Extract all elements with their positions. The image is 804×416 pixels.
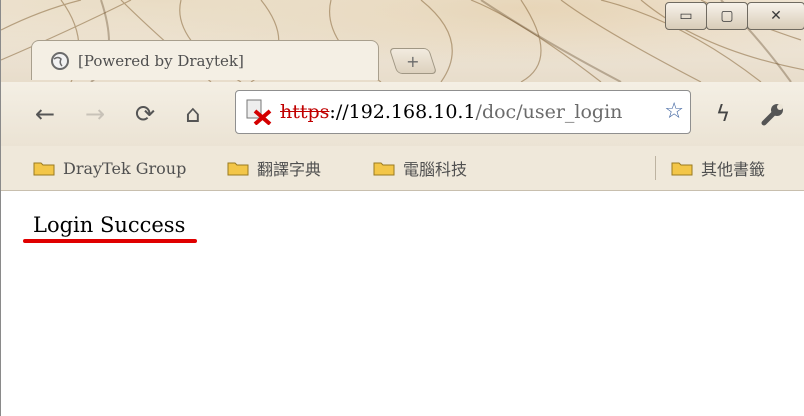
- red-underline-annotation: [23, 239, 197, 243]
- reload-button[interactable]: ⟳: [129, 98, 161, 130]
- url-text: https://192.168.10.1/doc/user_login: [280, 101, 622, 123]
- certificate-error-icon: [246, 99, 272, 125]
- wrench-icon: [761, 104, 783, 126]
- other-bookmarks-label: 其他書籤: [701, 160, 766, 179]
- maximize-icon: ▢: [720, 8, 734, 24]
- login-success-message: Login Success: [33, 213, 186, 237]
- navigation-toolbar: ← → ⟳ ⌂ https://192.168.10.1/doc/user_lo…: [1, 82, 804, 147]
- title-bar: ▭ ▢ ✕ [Powered by Draytek] +: [1, 0, 804, 82]
- folder-icon: [33, 162, 55, 176]
- home-icon: ⌂: [185, 100, 201, 128]
- plus-icon: +: [406, 51, 420, 71]
- home-button[interactable]: ⌂: [177, 98, 209, 130]
- globe-icon: [51, 51, 69, 70]
- lightning-icon: ϟ: [715, 101, 731, 127]
- bookmark-label: DrayTek Group: [63, 158, 187, 178]
- forward-button[interactable]: →: [79, 98, 111, 130]
- other-bookmarks-folder[interactable]: 其他書籤: [671, 154, 765, 182]
- bookmarks-bar: DrayTek Group 翻譯字典 電腦科技 其他書籤: [1, 146, 804, 191]
- minimize-button[interactable]: ▭: [665, 2, 707, 30]
- close-icon: ✕: [770, 8, 782, 24]
- url-path: /doc/user_login: [475, 101, 623, 123]
- bookmark-label: 電腦科技: [403, 160, 468, 179]
- bookmark-folder[interactable]: 翻譯字典: [227, 154, 321, 182]
- back-arrow-icon: ←: [34, 100, 56, 128]
- browser-window: ▭ ▢ ✕ [Powered by Draytek] + ← → ⟳ ⌂ htt…: [0, 0, 804, 416]
- new-tab-button[interactable]: +: [388, 48, 438, 74]
- url-host: ://192.168.10.1: [329, 101, 476, 123]
- star-icon[interactable]: ☆: [664, 99, 684, 124]
- minimize-icon: ▭: [679, 8, 693, 24]
- close-button[interactable]: ✕: [747, 2, 804, 30]
- window-controls: ▭ ▢ ✕: [665, 2, 804, 32]
- folder-icon: [227, 162, 249, 176]
- address-bar[interactable]: https://192.168.10.1/doc/user_login ☆: [235, 90, 691, 134]
- bookmark-folder[interactable]: 電腦科技: [373, 154, 467, 182]
- folder-icon: [373, 162, 395, 176]
- page-content: Login Success: [1, 191, 804, 416]
- maximize-button[interactable]: ▢: [706, 2, 748, 30]
- page-action-button[interactable]: ϟ: [707, 98, 739, 130]
- reload-icon: ⟳: [134, 100, 156, 128]
- bookmark-label: 翻譯字典: [257, 160, 322, 179]
- wrench-button[interactable]: [757, 98, 789, 130]
- forward-arrow-icon: →: [84, 100, 106, 128]
- tab-title: [Powered by Draytek]: [78, 51, 244, 70]
- back-button[interactable]: ←: [29, 98, 61, 130]
- bookmark-separator: [655, 156, 656, 180]
- bookmark-folder[interactable]: DrayTek Group: [33, 154, 186, 182]
- folder-icon: [671, 162, 693, 176]
- url-scheme: https: [280, 101, 330, 123]
- browser-tab[interactable]: [Powered by Draytek]: [31, 40, 379, 80]
